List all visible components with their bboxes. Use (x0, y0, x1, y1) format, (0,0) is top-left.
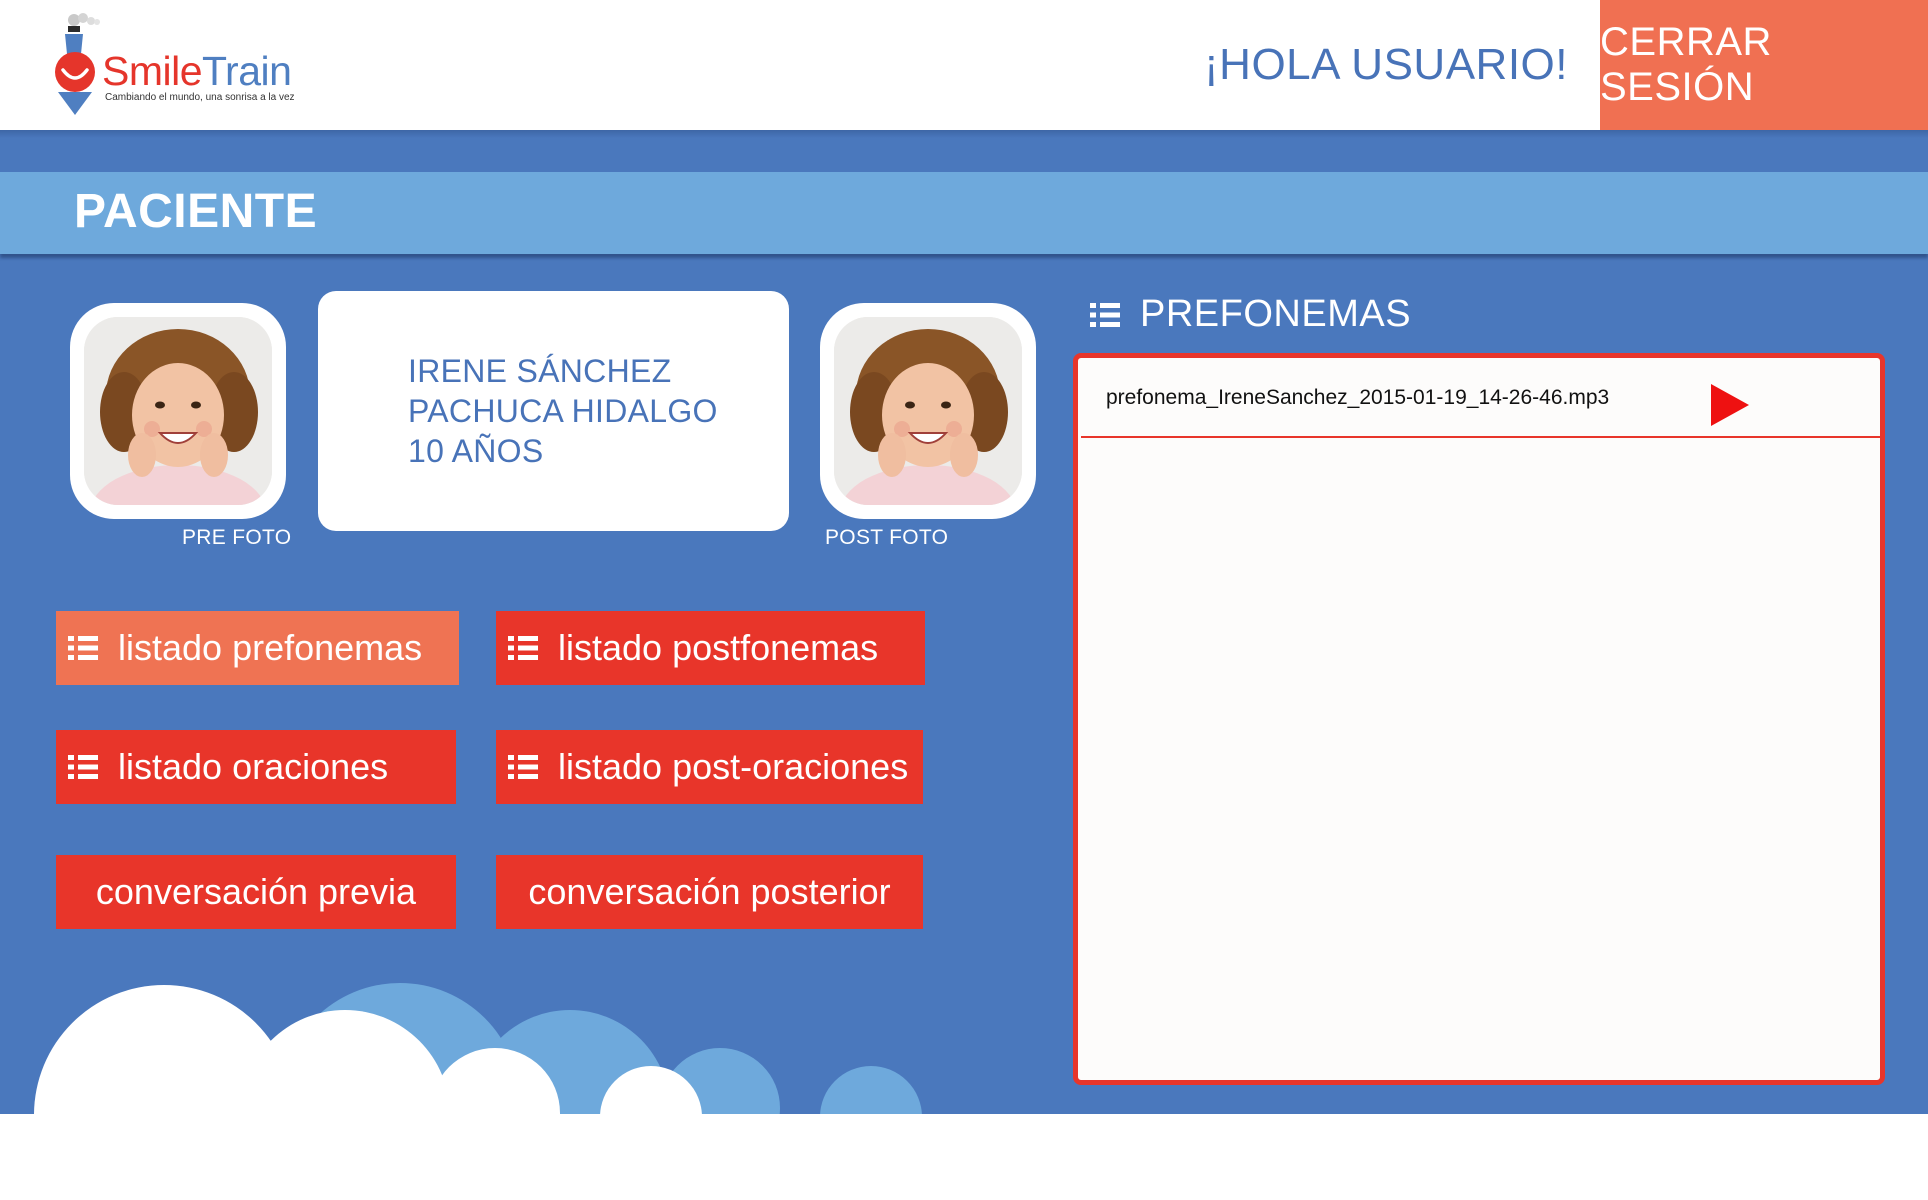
patient-location: PACHUCA HIDALGO (408, 393, 718, 429)
section-header-bar: PACIENTE (0, 172, 1928, 254)
pre-photo[interactable] (70, 303, 286, 519)
child-photo-icon (834, 317, 1022, 505)
conversacion-previa-button[interactable]: conversación previa (56, 855, 456, 929)
button-label: listado oraciones (118, 746, 389, 787)
logout-button[interactable]: CERRAR SESIÓN (1600, 0, 1928, 130)
file-name: prefonema_IreneSanchez_2015-01-19_14-26-… (1106, 386, 1610, 409)
pre-photo-label: PRE FOTO (182, 526, 292, 549)
listado-post-oraciones-button[interactable]: listado post-oraciones (496, 730, 923, 804)
list-icon (68, 755, 98, 779)
patient-info-card: IRENE SÁNCHEZ PACHUCA HIDALGO 10 AÑOS (318, 291, 789, 531)
main-content: PACIENTE PRE FOTO IRENE SÁNCHEZ PACHUCA … (0, 130, 1928, 1114)
post-photo-label: POST FOTO (825, 526, 949, 549)
conversacion-posterior-button[interactable]: conversación posterior (496, 855, 923, 929)
section-title: PACIENTE (74, 185, 318, 238)
user-greeting: ¡HOLA USUARIO! (1204, 40, 1568, 89)
listado-oraciones-button[interactable]: listado oraciones (56, 730, 456, 804)
patient-age: 10 AÑOS (408, 433, 544, 469)
prefonemas-panel: prefonema_IreneSanchez_2015-01-19_14-26-… (1073, 353, 1885, 1085)
button-label: listado prefonemas (118, 627, 423, 668)
logo-tagline: Cambiando el mundo, una sonrisa a la vez (105, 92, 295, 103)
button-label: listado postfonemas (558, 627, 879, 668)
post-photo[interactable] (820, 303, 1036, 519)
smile-train-logo-icon (55, 13, 100, 115)
smile-train-logo[interactable]: SmileTrain Cambiando el mundo, una sonri… (50, 12, 300, 120)
cloud-decoration (820, 1066, 922, 1114)
patient-name: IRENE SÁNCHEZ (408, 353, 672, 389)
panel-title-label: PREFONEMAS (1140, 293, 1412, 335)
list-icon (508, 755, 538, 779)
child-photo-icon (84, 317, 272, 505)
header: SmileTrain Cambiando el mundo, una sonri… (0, 0, 1928, 130)
list-icon (1090, 302, 1120, 327)
panel-title: PREFONEMAS (1090, 293, 1411, 336)
list-item[interactable]: prefonema_IreneSanchez_2015-01-19_14-26-… (1081, 358, 1881, 438)
listado-prefonemas-button[interactable]: listado prefonemas (56, 611, 459, 685)
list-icon (508, 636, 538, 660)
logo-wordmark: SmileTrain (102, 48, 292, 94)
listado-postfonemas-button[interactable]: listado postfonemas (496, 611, 925, 685)
play-icon[interactable] (1711, 384, 1749, 426)
button-label: listado post-oraciones (558, 746, 909, 787)
post-photo-image (834, 317, 1022, 505)
pre-photo-image (84, 317, 272, 505)
list-icon (68, 636, 98, 660)
